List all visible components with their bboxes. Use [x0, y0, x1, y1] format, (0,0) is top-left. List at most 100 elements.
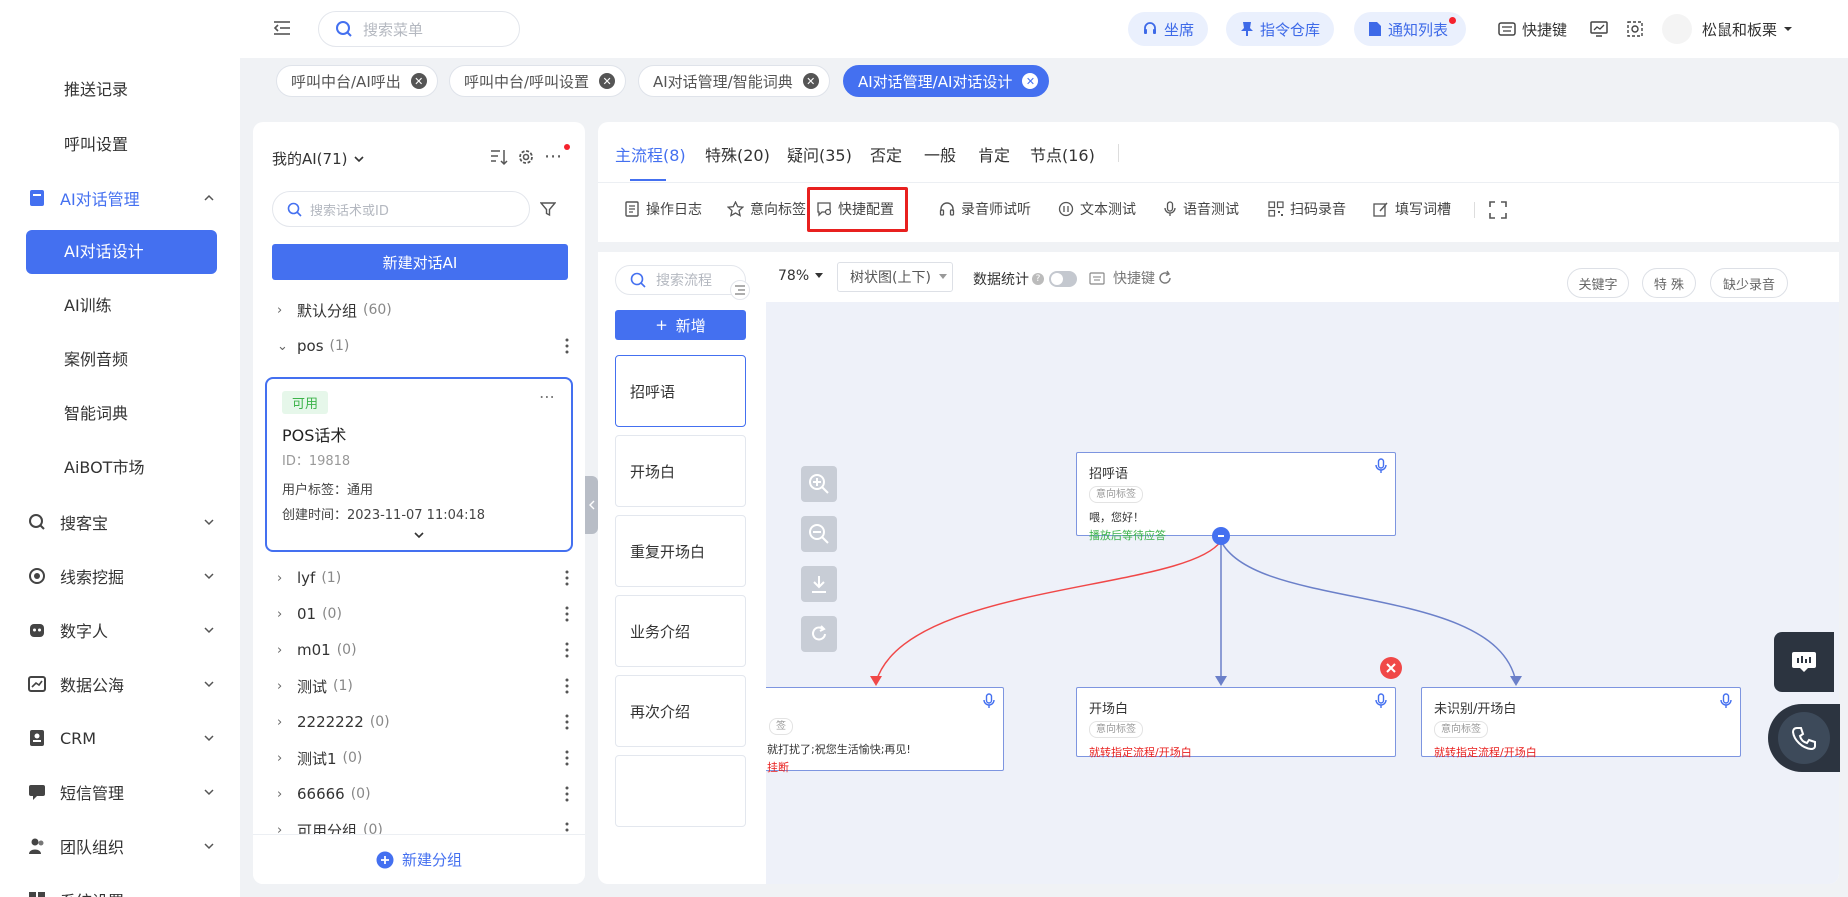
menu-collapse-icon[interactable]	[272, 18, 292, 38]
flow-item[interactable]	[615, 755, 746, 827]
new-dialog-ai-button[interactable]: 新建对话AI	[272, 244, 568, 280]
sidebar-group-digital-human[interactable]: 数字人	[26, 608, 217, 652]
flow-item-repeat-opening[interactable]: 重复开场白	[615, 515, 746, 587]
seat-button[interactable]: 坐席	[1128, 12, 1209, 46]
tab-call-ai-outbound[interactable]: 呼叫中台/AI呼出 ✕	[276, 65, 438, 97]
tab-special[interactable]: 特殊(20)	[705, 142, 770, 166]
tab-general[interactable]: 一般	[924, 142, 956, 166]
tab-negative[interactable]: 否定	[870, 142, 902, 166]
more-vertical-icon[interactable]	[565, 606, 569, 622]
fill-slot-button[interactable]: 填写词槽	[1373, 194, 1451, 224]
sidebar-group-soukebao[interactable]: 搜客宝	[26, 500, 217, 544]
operation-log-button[interactable]: 操作日志	[624, 194, 702, 224]
screenshot-icon[interactable]	[1626, 20, 1644, 38]
mic-icon[interactable]	[1375, 693, 1387, 709]
ai-search-input[interactable]: 搜索话术或ID	[272, 191, 530, 227]
command-library-button[interactable]: 指令仓库	[1226, 12, 1335, 46]
more-vertical-icon[interactable]	[565, 750, 569, 766]
new-group-button[interactable]: 新建分组	[253, 834, 585, 884]
flow-canvas[interactable]: 78% 树状图(上下) 数据统计 ? 快捷键 关键字 特 殊 缺少录音 招呼语 …	[766, 252, 1839, 884]
delete-node-icon[interactable]	[1380, 657, 1402, 679]
tab-question[interactable]: 疑问(35)	[787, 142, 852, 166]
sidebar-group-sms[interactable]: 短信管理	[26, 770, 217, 814]
shortcut-button[interactable]: 快捷键	[1498, 12, 1567, 46]
more-vertical-icon[interactable]	[565, 338, 569, 354]
close-icon[interactable]: ✕	[1022, 73, 1039, 89]
sidebar-item-ai-training[interactable]: AI训练	[26, 284, 217, 328]
panel-collapse-handle[interactable]	[585, 476, 598, 534]
filter-icon[interactable]	[540, 201, 556, 217]
group-row[interactable]: › m01 (0)	[277, 634, 577, 666]
tab-call-settings[interactable]: 呼叫中台/呼叫设置 ✕	[449, 65, 627, 97]
mic-icon[interactable]	[1375, 458, 1387, 474]
sort-icon[interactable]	[489, 148, 509, 166]
flow-item-opening[interactable]: 开场白	[615, 435, 746, 507]
close-icon[interactable]: ✕	[802, 73, 819, 89]
tab-ai-dialog-design[interactable]: AI对话管理/AI对话设计 ✕	[843, 65, 1050, 97]
recorder-preview-button[interactable]: 录音师试听	[939, 194, 1031, 224]
group-row[interactable]: › 2222222 (0)	[277, 706, 577, 738]
mic-icon[interactable]	[1720, 693, 1732, 709]
sidebar-group-system-settings[interactable]: 系统设置	[26, 878, 217, 897]
sidebar-item-case-audio[interactable]: 案例音频	[26, 338, 217, 382]
flow-node-greeting[interactable]: 招呼语 意向标签 喂，您好！ 播放后等待应答	[1076, 452, 1396, 542]
sidebar-group-ai-dialog[interactable]: AI对话管理	[26, 176, 217, 220]
flow-node-hangup[interactable]: 签 就打扰了;祝您生活愉快;再见! 挂断	[766, 687, 1004, 774]
more-icon[interactable]: ⋯	[544, 146, 562, 167]
sidebar-group-data-pool[interactable]: 数据公海	[26, 662, 217, 706]
feedback-widget[interactable]	[1774, 632, 1834, 692]
flow-item-greeting[interactable]: 招呼语	[615, 355, 746, 427]
sidebar-item-aibot-market[interactable]: AiBOT市场	[26, 446, 217, 490]
gear-icon[interactable]	[517, 148, 535, 166]
menu-search-input[interactable]: 搜索菜单	[318, 11, 520, 47]
flow-item-reintroduce[interactable]: 再次介绍	[615, 675, 746, 747]
list-toggle-icon[interactable]	[730, 280, 750, 300]
more-vertical-icon[interactable]	[565, 714, 569, 730]
sidebar-group-team[interactable]: 团队组织	[26, 824, 217, 868]
sidebar-group-crm[interactable]: CRM	[26, 716, 217, 760]
voice-test-button[interactable]: 语音测试	[1163, 194, 1239, 224]
sidebar-item-call-settings[interactable]: 呼叫设置	[26, 123, 217, 167]
sidebar-item-smart-dictionary[interactable]: 智能词典	[26, 392, 217, 436]
phone-widget[interactable]	[1768, 704, 1840, 772]
user-menu[interactable]: 松鼠和板栗	[1702, 12, 1793, 46]
notification-list-button[interactable]: 通知列表	[1354, 12, 1467, 46]
tab-positive[interactable]: 肯定	[978, 142, 1010, 166]
group-row[interactable]: › lyf (1)	[277, 562, 577, 594]
my-ai-dropdown[interactable]: 我的AI(71)	[272, 148, 365, 169]
chevron-down-icon[interactable]	[413, 529, 425, 541]
close-icon[interactable]: ✕	[410, 73, 427, 89]
more-vertical-icon[interactable]	[565, 570, 569, 586]
close-icon[interactable]: ✕	[599, 73, 616, 89]
more-vertical-icon[interactable]	[565, 786, 569, 802]
text-test-button[interactable]: 文本测试	[1058, 194, 1136, 224]
more-vertical-icon[interactable]	[565, 642, 569, 658]
tab-smart-dictionary[interactable]: AI对话管理/智能词典 ✕	[638, 65, 830, 97]
monitor-icon[interactable]	[1590, 20, 1608, 38]
flow-node-unrecognized[interactable]: 未识别/开场白 意向标签 就转指定流程/开场白	[1421, 687, 1741, 759]
flow-item-business-intro[interactable]: 业务介绍	[615, 595, 746, 667]
more-icon[interactable]: ⋯	[539, 387, 555, 406]
sidebar-group-lead-mining[interactable]: 线索挖掘	[26, 554, 217, 598]
collapse-node-icon[interactable]	[1212, 527, 1230, 545]
intent-tag-button[interactable]: 意向标签	[727, 194, 806, 224]
mic-icon[interactable]	[983, 693, 995, 709]
add-flow-button[interactable]: + 新增	[615, 310, 746, 340]
ai-script-card[interactable]: 可用 ⋯ POS话术 ID：19818 用户标签：通用 创建时间：2023-11…	[265, 377, 573, 552]
group-row[interactable]: › 01 (0)	[277, 598, 577, 630]
fullscreen-icon[interactable]	[1489, 201, 1507, 219]
flow-node-opening[interactable]: 开场白 意向标签 就转指定流程/开场白	[1076, 687, 1396, 759]
sidebar-item-ai-dialog-design[interactable]: AI对话设计	[26, 230, 217, 274]
scan-record-button[interactable]: 扫码录音	[1268, 194, 1346, 224]
tab-main-flow[interactable]: 主流程(8)	[615, 142, 686, 166]
flow-search-input[interactable]: 搜索流程	[615, 265, 746, 295]
more-vertical-icon[interactable]	[565, 678, 569, 694]
group-default[interactable]: › 默认分组 (60)	[277, 294, 577, 326]
group-pos[interactable]: ⌄ pos (1)	[277, 330, 577, 362]
group-row[interactable]: › 测试1 (0)	[277, 742, 577, 774]
group-row[interactable]: › 测试 (1)	[277, 670, 577, 702]
sidebar-item-push-records[interactable]: 推送记录	[26, 68, 217, 112]
avatar[interactable]	[1662, 14, 1692, 44]
tab-nodes[interactable]: 节点(16)	[1030, 142, 1095, 166]
group-row[interactable]: › 66666 (0)	[277, 778, 577, 810]
